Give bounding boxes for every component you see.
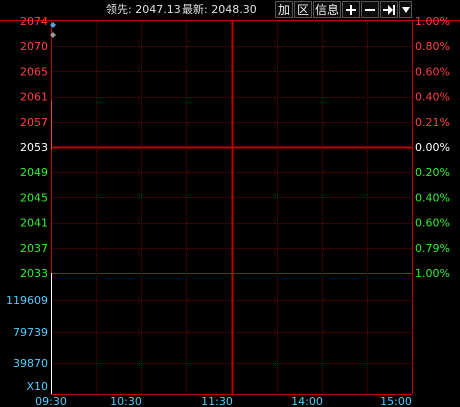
percent-tick-label: 0.00% bbox=[415, 141, 450, 154]
percent-tick-label: 0.80% bbox=[415, 40, 450, 53]
price-tick-label: 2045 bbox=[20, 191, 48, 204]
time-tick-label: 10:30 bbox=[110, 395, 142, 407]
info-button[interactable]: 信息 bbox=[313, 1, 341, 18]
percent-tick-label: 0.21% bbox=[415, 116, 450, 129]
volume-tick-label: 119609 bbox=[6, 294, 48, 307]
percent-tick-label: 0.40% bbox=[415, 91, 450, 104]
volume-unit-label: X10 bbox=[26, 380, 48, 393]
leader-readout: 领先: 2047.13 bbox=[106, 3, 181, 16]
intraday-chart[interactable]: 2074 1.00% 2070 0.80% 2065 0.60% 2061 0.40% 2057… bbox=[0, 0, 460, 407]
index-name: 上证指数 bbox=[56, 3, 100, 16]
latest-readout: 最新: 2048.30 bbox=[182, 3, 257, 16]
caret-down-icon bbox=[401, 7, 410, 13]
jump-to-end-icon bbox=[383, 5, 395, 15]
percent-tick-label: 1.00% bbox=[415, 267, 450, 280]
add-button[interactable]: 加 bbox=[275, 1, 293, 18]
percent-tick-label: 0.60% bbox=[415, 217, 450, 230]
price-tick-label: 2033 bbox=[20, 267, 48, 280]
price-tick-label: 2053 bbox=[20, 141, 48, 154]
percent-tick-label: 0.79% bbox=[415, 242, 450, 255]
zoom-in-button[interactable] bbox=[342, 1, 360, 18]
volume-tick-label: 79739 bbox=[13, 326, 48, 339]
price-tick-label: 2041 bbox=[20, 217, 48, 230]
diamond-marker-icon bbox=[50, 32, 56, 38]
dropdown-button[interactable] bbox=[399, 1, 412, 18]
price-tick-label: 2070 bbox=[20, 40, 48, 53]
price-tick-label: 2057 bbox=[20, 116, 48, 129]
minus-icon bbox=[365, 9, 375, 11]
time-tick-label: 14:00 bbox=[291, 395, 323, 407]
range-button[interactable]: 区 bbox=[294, 1, 312, 18]
time-tick-label: 09:30 bbox=[35, 395, 67, 407]
price-tick-label: 2074 bbox=[20, 15, 48, 28]
price-tick-label: 2049 bbox=[20, 166, 48, 179]
price-tick-label: 2065 bbox=[20, 65, 48, 78]
percent-tick-label: 0.40% bbox=[415, 191, 450, 204]
time-tick-label: 11:30 bbox=[201, 395, 233, 407]
time-tick-label: 15:00 bbox=[380, 395, 412, 407]
percent-tick-label: 0.60% bbox=[415, 65, 450, 78]
jump-to-end-button[interactable] bbox=[380, 1, 398, 18]
diamond-marker-icon bbox=[50, 22, 56, 28]
price-tick-label: 2061 bbox=[20, 91, 48, 104]
volume-tick-label: 39870 bbox=[13, 357, 48, 370]
price-tick-label: 2037 bbox=[20, 242, 48, 255]
plus-icon bbox=[346, 5, 356, 15]
zoom-out-button[interactable] bbox=[361, 1, 379, 18]
percent-tick-label: 1.00% bbox=[415, 15, 450, 28]
percent-tick-label: 0.20% bbox=[415, 166, 450, 179]
